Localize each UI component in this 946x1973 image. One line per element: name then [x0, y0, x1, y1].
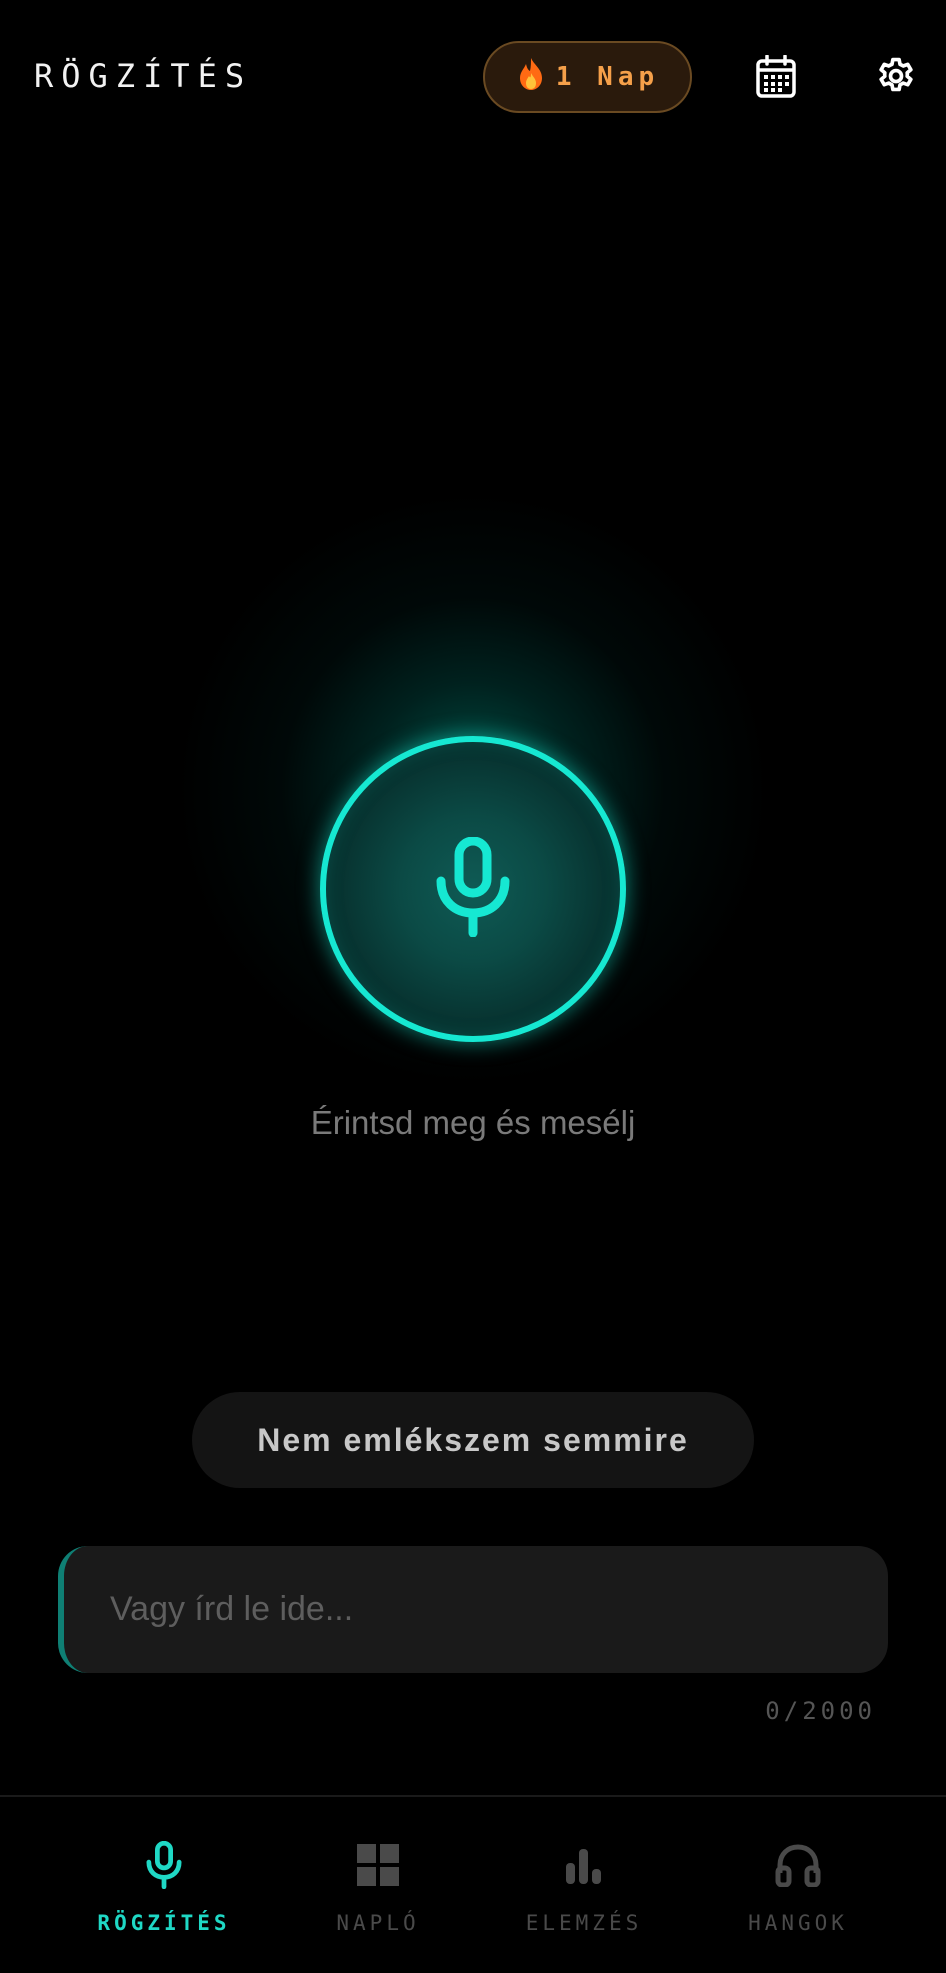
nav-label: HANGOK: [748, 1911, 848, 1935]
nav-label: RÖGZÍTÉS: [97, 1911, 231, 1935]
nav-item-sounds[interactable]: HANGOK: [698, 1797, 898, 1973]
nav-item-journal[interactable]: NAPLÓ: [278, 1797, 478, 1973]
streak-badge[interactable]: 1 Nap: [483, 41, 692, 113]
calendar-icon[interactable]: [746, 47, 806, 107]
grid-icon: [348, 1835, 408, 1895]
page-title: RÖGZÍTÉS: [34, 57, 253, 95]
fire-icon: [516, 57, 546, 97]
microphone-icon: [435, 836, 511, 941]
record-button[interactable]: [320, 736, 626, 1042]
character-counter: 0/2000: [765, 1697, 876, 1725]
bottom-navigation: RÖGZÍTÉS NAPLÓ ELEMZÉS HANGOK: [0, 1795, 946, 1973]
gear-icon[interactable]: [866, 47, 926, 107]
nav-item-analysis[interactable]: ELEMZÉS: [484, 1797, 684, 1973]
record-hint: Érintsd meg és mesélj: [310, 1104, 636, 1141]
text-entry-container: [58, 1545, 888, 1674]
streak-label: 1 Nap: [555, 62, 660, 92]
nav-label: NAPLÓ: [336, 1911, 420, 1935]
dream-text-input[interactable]: [64, 1545, 888, 1674]
dont-remember-button[interactable]: Nem emlékszem semmire: [192, 1392, 754, 1488]
bar-chart-icon: [554, 1835, 614, 1895]
microphone-icon: [134, 1835, 194, 1895]
nav-item-record[interactable]: RÖGZÍTÉS: [64, 1797, 264, 1973]
nav-label: ELEMZÉS: [525, 1911, 643, 1935]
headphones-icon: [768, 1835, 828, 1895]
